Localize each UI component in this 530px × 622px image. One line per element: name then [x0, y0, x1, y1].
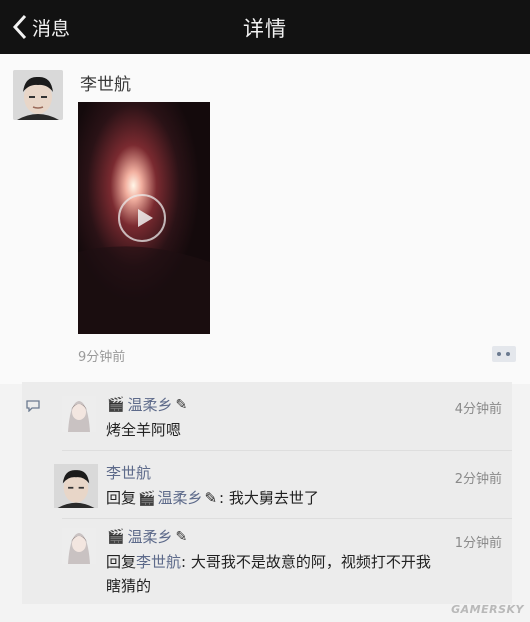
page-title: 详情 — [243, 17, 287, 41]
clapperboard-icon: 🎬 — [107, 528, 125, 545]
decorative-icon: ✎ — [175, 396, 188, 413]
decorative-icon: ✎ — [175, 528, 188, 545]
comment-author[interactable]: 🎬 温柔乡 ✎ — [104, 394, 190, 415]
reply-mention[interactable]: 温柔乡 — [157, 489, 202, 507]
comment-text: 回复 🎬 温柔乡 ✎: 我大舅去世了 — [106, 489, 319, 507]
comment-timestamp: 2分钟前 — [454, 472, 502, 487]
decorative-icon: ✎ — [204, 489, 218, 507]
divider — [62, 450, 512, 451]
comment-author[interactable]: 🎬 温柔乡 ✎ — [104, 526, 190, 547]
commenter-avatar[interactable] — [54, 464, 98, 508]
nav-bar: 消息 详情 — [0, 0, 530, 54]
clapperboard-icon: 🎬 — [138, 491, 156, 507]
comment-author[interactable]: 李世航 — [106, 462, 151, 483]
moment-post: 李世航 9分钟前 — [0, 54, 530, 384]
comment-text: 回复李世航: 大哥我不是故意的阿，视频打不开我 瞎猜的 — [106, 553, 431, 595]
play-icon[interactable] — [118, 194, 166, 242]
comment-timestamp: 1分钟前 — [454, 536, 502, 551]
more-options-button[interactable] — [492, 346, 516, 362]
post-timestamp: 9分钟前 — [78, 350, 126, 365]
post-author-name[interactable]: 李世航 — [80, 70, 131, 95]
author-avatar[interactable] — [13, 70, 63, 120]
commenter-avatar[interactable] — [62, 528, 96, 564]
comment-icon — [26, 400, 40, 412]
comment-text: 烤全羊阿嗯 — [106, 421, 182, 439]
watermark: GAMERSKY — [451, 603, 524, 616]
reply-mention[interactable]: 李世航 — [136, 553, 181, 571]
comment-timestamp: 4分钟前 — [454, 402, 502, 417]
video-thumbnail[interactable] — [78, 102, 210, 334]
clapperboard-icon: 🎬 — [107, 396, 125, 413]
comments-section: 🎬 温柔乡 ✎ 4分钟前 烤全羊阿嗯 李世航 2分钟前 回复 🎬 温柔乡 ✎: 我大舅… — [22, 382, 512, 604]
commenter-avatar[interactable] — [62, 396, 96, 432]
divider — [62, 518, 512, 519]
